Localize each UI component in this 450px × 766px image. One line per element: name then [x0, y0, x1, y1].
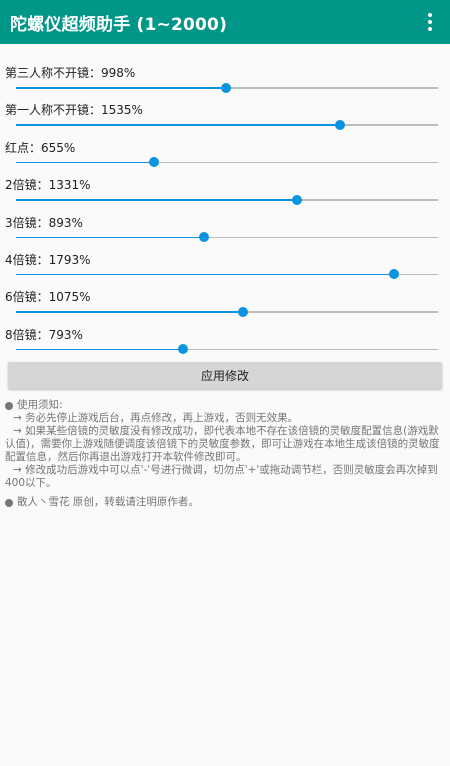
notes-heading: 使用须知:	[17, 399, 63, 411]
slider-row: 第三人称不开镜：998%	[0, 56, 450, 93]
slider-track[interactable]	[16, 157, 438, 168]
slider-label: 8倍镜：793%	[5, 327, 83, 342]
credit-text: 散人丶雪花 原创，转载请注明原作者。	[17, 496, 199, 508]
slider-label: 2倍镜：1331%	[5, 178, 91, 193]
usage-notes: 使用须知: → 务必先停止游戏后台，再点修改，再上游戏，否则无效果。 → 如果某…	[5, 399, 444, 509]
app-title: 陀螺仪超频助手 (1~2000)	[10, 14, 228, 35]
slider-row: 8倍镜：793%	[0, 318, 450, 355]
slider-track[interactable]	[16, 119, 438, 130]
slider-fill	[16, 161, 155, 164]
bullet-icon	[5, 498, 13, 507]
apply-button[interactable]: 应用修改	[8, 362, 442, 389]
app-bar: 陀螺仪超频助手 (1~2000)	[0, 0, 450, 44]
slider-row: 3倍镜：893%	[0, 206, 450, 243]
slider-fill	[16, 311, 243, 313]
slider-fill	[16, 87, 227, 89]
note-line-3: → 修改成功后游戏中可以点'-'号进行微调，切勿点'+'或拖动调节栏，否则灵敏度…	[5, 464, 438, 489]
slider-label: 第一人称不开镜：1535%	[5, 103, 143, 118]
slider-fill	[16, 348, 184, 351]
slider-fill	[16, 273, 395, 276]
slider-track[interactable]	[16, 194, 438, 205]
slider-track[interactable]	[16, 82, 438, 93]
more-vert-icon[interactable]	[420, 10, 440, 34]
slider-row: 6倍镜：1075%	[0, 280, 450, 317]
slider-fill	[16, 199, 297, 201]
slider-label: 6倍镜：1075%	[5, 290, 91, 305]
slider-thumb[interactable]	[291, 194, 302, 205]
slider-track[interactable]	[16, 269, 438, 280]
slider-thumb[interactable]	[149, 157, 160, 168]
slider-thumb[interactable]	[221, 82, 232, 93]
slider-row: 4倍镜：1793%	[0, 243, 450, 280]
slider-fill	[16, 236, 205, 239]
slider-thumb[interactable]	[389, 269, 400, 280]
slider-track[interactable]	[16, 232, 438, 243]
slider-label: 第三人称不开镜：998%	[5, 66, 136, 80]
slider-label: 4倍镜：1793%	[5, 252, 91, 267]
slider-label: 3倍镜：893%	[5, 215, 83, 230]
slider-track[interactable]	[16, 306, 438, 317]
slider-list: 第三人称不开镜：998% 第一人称不开镜：1535% 红点：655% 2倍镜：1331…	[0, 56, 450, 355]
bullet-icon	[5, 401, 13, 410]
slider-row: 红点：655%	[0, 131, 450, 168]
slider-thumb[interactable]	[178, 344, 189, 355]
slider-row: 第一人称不开镜：1535%	[0, 93, 450, 130]
slider-row: 2倍镜：1331%	[0, 168, 450, 205]
slider-thumb[interactable]	[334, 119, 345, 130]
slider-thumb[interactable]	[199, 232, 210, 243]
slider-track[interactable]	[16, 344, 438, 355]
note-line-1: → 务必先停止游戏后台，再点修改，再上游戏，否则无效果。	[13, 412, 299, 424]
note-line-2: → 如果某些倍镜的灵敏度没有修改成功，即代表本地不存在该倍镜的灵敏度配置信息(游…	[5, 425, 440, 463]
slider-fill	[16, 124, 340, 126]
slider-label: 红点：655%	[5, 140, 76, 155]
slider-thumb[interactable]	[237, 306, 248, 317]
